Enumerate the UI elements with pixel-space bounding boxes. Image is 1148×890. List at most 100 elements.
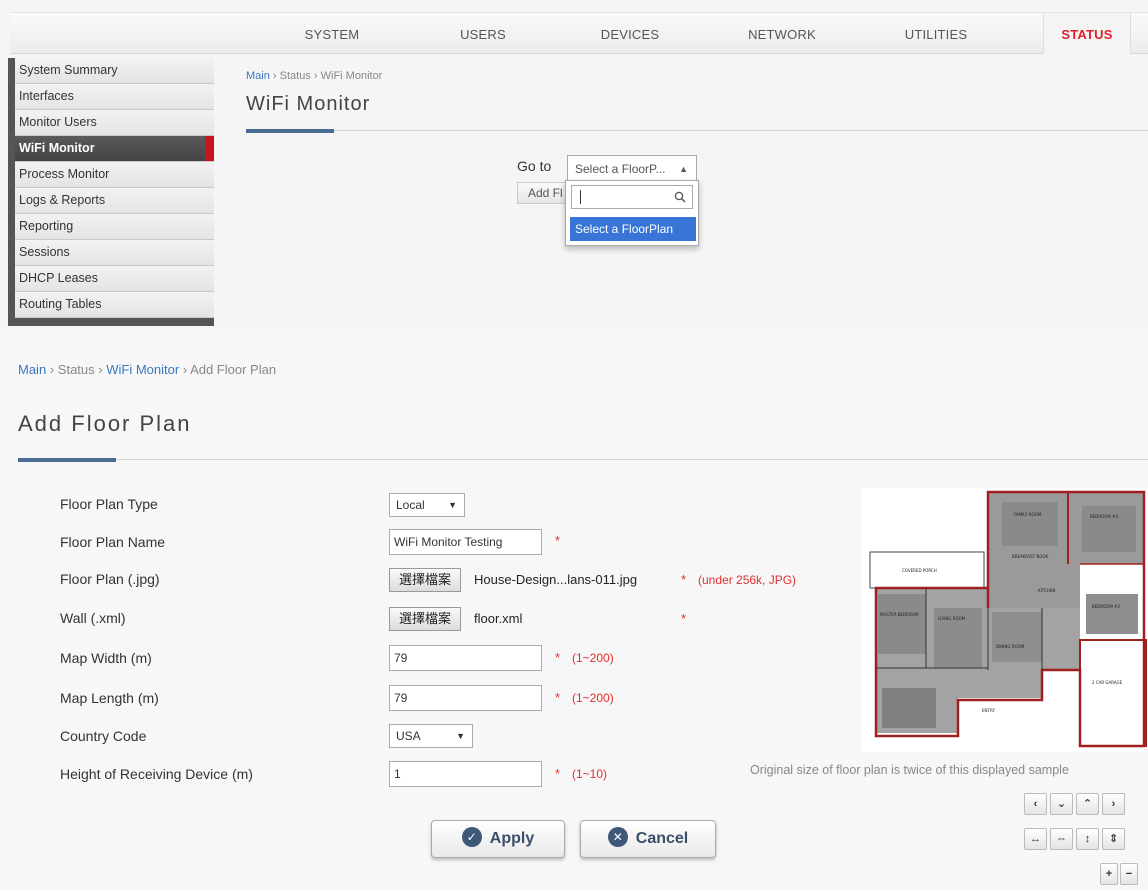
floorplan-option[interactable]: Select a FloorPlan <box>570 217 696 241</box>
sidebar-item-dhcp-leases[interactable]: DHCP Leases <box>15 266 214 292</box>
room-label: BREAKFAST NOOK <box>1012 554 1049 559</box>
room-label: KITCHEN <box>1038 588 1055 593</box>
floor-plan-name-label: Floor Plan Name <box>60 534 166 550</box>
sidebar-item-process-monitor[interactable]: Process Monitor <box>15 162 214 188</box>
nav-tab-system[interactable]: SYSTEM <box>272 13 392 54</box>
room-label: LIVING ROOM <box>938 616 966 621</box>
pan-up-button[interactable]: ⌃ <box>1076 793 1099 815</box>
title-divider-accent <box>18 458 116 462</box>
check-icon: ✓ <box>461 826 482 847</box>
required-mark: * <box>555 533 561 548</box>
add-floor-plan-panel: Main › Status › WiFi Monitor › Add Floor… <box>0 328 1148 890</box>
floor-plan-name-input[interactable]: WiFi Monitor Testing <box>389 529 542 555</box>
breadcrumb-separator: › <box>313 70 318 82</box>
breadcrumb-separator: › <box>98 362 103 377</box>
breadcrumb-current: WiFi Monitor <box>320 70 383 82</box>
page-title: Add Floor Plan <box>18 411 192 436</box>
stretch-vertical-button[interactable]: ↕ <box>1076 828 1099 850</box>
room-label: FAMILY ROOM <box>1014 512 1042 517</box>
room-label: BEDROOM #2 <box>1092 604 1121 609</box>
caret-down-icon: ▼ <box>448 500 457 510</box>
title-divider-accent <box>246 129 334 133</box>
floorplan-search-input[interactable] <box>571 185 693 209</box>
floor-plan-type-value: Local <box>396 498 425 512</box>
map-width-hint: (1~200) <box>572 651 614 665</box>
cancel-button-label: Cancel <box>635 830 689 847</box>
receiving-height-label: Height of Receiving Device (m) <box>60 766 253 782</box>
sidebar-item-logs-reports[interactable]: Logs & Reports <box>15 188 214 214</box>
shrink-horizontal-button[interactable]: ⇔ <box>1050 828 1073 850</box>
title-divider <box>246 130 1148 131</box>
map-length-label: Map Length (m) <box>60 690 159 706</box>
country-code-value: USA <box>396 729 421 743</box>
required-mark: * <box>555 690 561 705</box>
receiving-height-input[interactable]: 1 <box>389 761 542 787</box>
pan-left-button[interactable]: ‹ <box>1024 793 1047 815</box>
required-mark: * <box>681 572 687 587</box>
map-length-hint: (1~200) <box>572 691 614 705</box>
breadcrumb-separator: › <box>272 70 277 82</box>
cancel-button[interactable]: ✕ Cancel <box>580 820 716 858</box>
zoom-in-button[interactable]: + <box>1100 863 1118 885</box>
breadcrumb-separator: › <box>49 362 55 377</box>
floorplan-select[interactable]: Select a FloorP... ▲ <box>567 155 697 181</box>
text-caret <box>580 190 581 204</box>
breadcrumb: Main › Status › WiFi Monitor <box>246 70 382 82</box>
nav-tab-devices[interactable]: DEVICES <box>570 13 690 54</box>
search-icon <box>674 191 686 203</box>
room-label: DINING ROOM <box>996 644 1025 649</box>
shrink-vertical-button[interactable]: ⇕ <box>1102 828 1125 850</box>
required-mark: * <box>555 766 561 781</box>
sidebar-item-routing-tables[interactable]: Routing Tables <box>15 292 214 318</box>
pan-down-button[interactable]: ⌄ <box>1050 793 1073 815</box>
room-label: 2 CAR GARAGE <box>1092 680 1123 685</box>
floor-plan-preview: FAMILY ROOM BEDROOM #3 BREAKFAST NOOK CO… <box>862 488 1148 752</box>
apply-button[interactable]: ✓ Apply <box>431 820 565 858</box>
floor-plan-caption: Original size of floor plan is twice of … <box>750 763 1069 777</box>
map-length-input[interactable]: 79 <box>389 685 542 711</box>
sidebar-item-reporting[interactable]: Reporting <box>15 214 214 240</box>
caret-down-icon: ▼ <box>456 731 465 741</box>
add-floor-plan-button[interactable]: Add Fl <box>517 182 567 204</box>
wall-choose-file-button[interactable]: 選擇檔案 <box>389 607 462 631</box>
apply-button-label: Apply <box>489 830 535 847</box>
nav-tab-status[interactable]: STATUS <box>1043 13 1131 54</box>
sidebar-item-interfaces[interactable]: Interfaces <box>15 84 214 110</box>
breadcrumb-status: Status <box>57 362 95 377</box>
page-title: WiFi Monitor <box>246 93 371 115</box>
nav-tab-utilities[interactable]: UTILITIES <box>876 13 996 54</box>
wifi-monitor-panel: SYSTEM USERS DEVICES NETWORK UTILITIES S… <box>0 0 1148 328</box>
sidebar-item-system-summary[interactable]: System Summary <box>15 58 214 84</box>
breadcrumb-status: Status <box>279 70 311 82</box>
required-mark: * <box>555 650 561 665</box>
country-code-select[interactable]: USA ▼ <box>389 724 473 748</box>
breadcrumb-wifi-monitor-link[interactable]: WiFi Monitor <box>106 362 179 377</box>
floor-plan-choose-file-button[interactable]: 選擇檔案 <box>389 568 462 592</box>
receiving-height-hint: (1~10) <box>572 767 608 781</box>
zoom-out-button[interactable]: − <box>1120 863 1138 885</box>
wall-file-label: Wall (.xml) <box>60 610 126 626</box>
chevron-up-icon: ▲ <box>679 164 688 174</box>
room-label: COVERED PORCH <box>902 568 937 573</box>
floor-plan-type-label: Floor Plan Type <box>60 496 158 512</box>
breadcrumb-main-link[interactable]: Main <box>18 362 46 377</box>
sidebar-item-sessions[interactable]: Sessions <box>15 240 214 266</box>
floor-plan-file-label: Floor Plan (.jpg) <box>60 571 160 587</box>
breadcrumb: Main › Status › WiFi Monitor › Add Floor… <box>18 362 276 377</box>
nav-tab-network[interactable]: NETWORK <box>722 13 842 54</box>
floorplan-dropdown: Select a FloorPlan <box>565 180 699 246</box>
breadcrumb-separator: › <box>182 362 188 377</box>
floor-plan-type-select[interactable]: Local ▼ <box>389 493 465 517</box>
sidebar-item-wifi-monitor[interactable]: WiFi Monitor <box>15 136 214 162</box>
pan-right-button[interactable]: › <box>1102 793 1125 815</box>
nav-tab-users[interactable]: USERS <box>428 13 538 54</box>
title-divider <box>18 459 1148 460</box>
map-width-input[interactable]: 79 <box>389 645 542 671</box>
sidebar-item-monitor-users[interactable]: Monitor Users <box>15 110 214 136</box>
stretch-horizontal-button[interactable]: ↔ <box>1024 828 1047 850</box>
wall-file-name: floor.xml <box>474 611 523 626</box>
room-label: ENTRY <box>982 708 995 713</box>
room-label: BEDROOM #3 <box>1090 514 1119 519</box>
breadcrumb-main-link[interactable]: Main <box>246 70 270 82</box>
close-icon: ✕ <box>607 826 628 847</box>
